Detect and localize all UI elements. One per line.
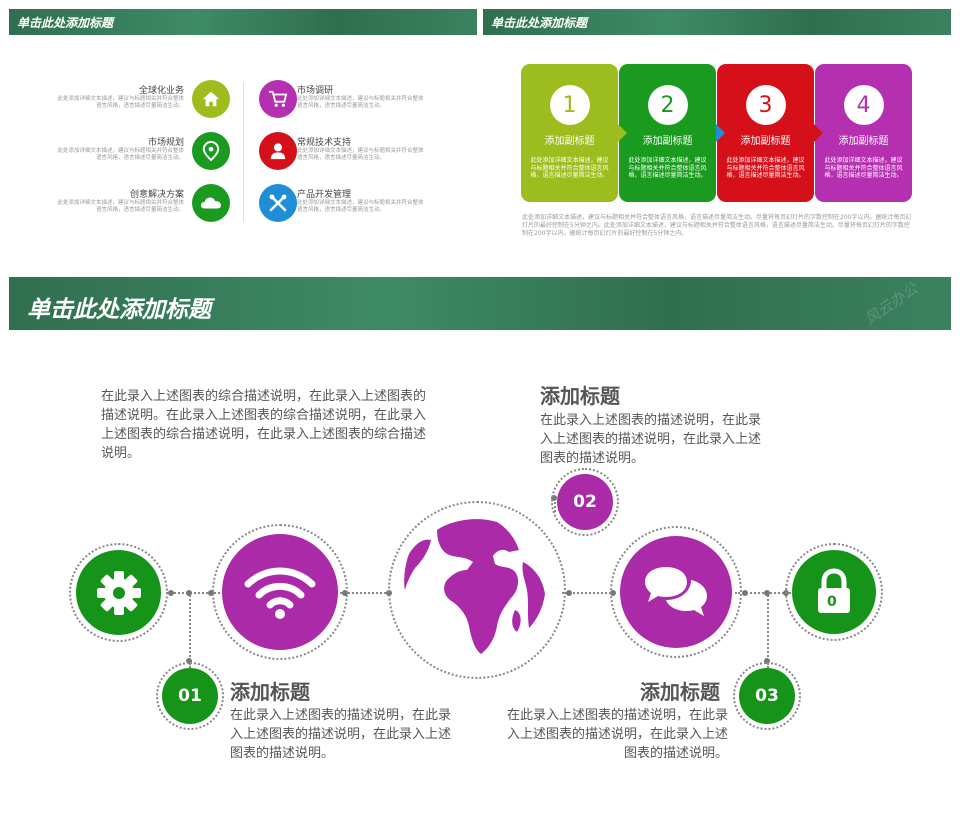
lock-icon[interactable]: 0 [792,550,876,634]
step-number: 1 [549,85,590,125]
feature-item-creative: 创意解决方案 此处添加详细文本描述，建议与标题相关并符合整体语言风格，语言描述尽… [52,184,232,224]
connector-line [767,592,769,668]
watermark: 风云办公 [861,279,922,329]
cloud-icon [192,184,230,222]
feature-title: 市场规划 [147,138,184,148]
connector-dot [186,590,192,596]
block-02-desc: 在此录入上述图表的描述说明，在此录入上述图表的描述说明，在此录入上述图表的描述说… [540,413,762,466]
badge-03[interactable]: 03 [739,668,795,724]
divider [243,82,244,222]
step-card-2: 2 添加副标题 此处添加详细文本描述，建议与标题相关并符合整体语言风格，语言描述… [619,64,716,202]
location-pin-icon [192,132,230,170]
block-01-title: 添加标题 [230,680,310,704]
step-desc: 此处添加详细文本描述，建议与标题相关并符合整体语言风格，语言描述尽量简洁生动。 [628,157,707,179]
connector-line [189,592,191,668]
badge-01[interactable]: 01 [162,668,218,724]
step-card-3: 3 添加副标题 此处添加详细文本描述，建议与标题相关并符合整体语言风格，语言描述… [717,64,814,202]
step-number: 4 [843,85,884,125]
header-title[interactable]: 单击此处添加标题 [27,290,211,324]
gear-icon[interactable] [76,550,161,635]
connector-dot [168,590,174,596]
block-03-desc: 在此录入上述图表的描述说明，在此录入上述图表的描述说明，在此录入上述图表的描述说… [506,708,728,761]
block-01-desc: 在此录入上述图表的描述说明，在此录入上述图表的描述说明，在此录入上述图表的描述说… [230,708,452,761]
block-03-title: 添加标题 [640,680,720,704]
feature-desc: 此处添加详细文本描述，建议与标题相关并符合整体语言风格，语言描述尽量简洁生动。 [297,200,424,213]
step-desc: 此处添加详细文本描述，建议与标题相关并符合整体语言风格，语言描述尽量简洁生动。 [530,157,609,179]
header-bar-main: 单击此处添加标题 风云办公 [9,277,951,330]
feature-title: 全球化业务 [138,86,184,96]
step-desc: 此处添加详细文本描述，建议与标题相关并符合整体语言风格，语言描述尽量简洁生动。 [824,157,903,179]
step-subtitle: 添加副标题 [740,136,791,147]
user-icon [259,132,297,170]
tools-icon [259,184,297,222]
arrow-icon [814,124,823,142]
lock-label: 0 [827,594,837,610]
connector-dot [566,590,572,596]
feature-item-market-plan: 市场规划 此处添加详细文本描述，建议与标题相关并符合整体语言风格，语言描述尽量简… [52,132,232,172]
summary-text: 在此录入上述图表的综合描述说明，在此录入上述图表的描述说明。在此录入上述图表的综… [101,389,427,461]
feature-item-global: 全球化业务 此处添加详细文本描述，建议与标题相关并符合整体语言风格，语言描述尽量… [52,80,232,120]
feature-item-support: 常规技术支持 此处添加详细文本描述，建议与标题相关并符合整体语言风格，语言描述尽… [257,132,447,172]
header-title[interactable]: 单击此处添加标题 [491,14,587,31]
feature-title: 创意解决方案 [129,190,184,200]
feature-desc: 此处添加详细文本描述，建议与标题相关并符合整体语言风格，语言描述尽量简洁生动。 [297,96,424,109]
footnote: 此处添加详细文本描述，建议与标题相关并符合整体语言风格，语言描述尽量简洁生动。尽… [522,214,912,237]
step-desc: 此处添加详细文本描述，建议与标题相关并符合整体语言风格，语言描述尽量简洁生动。 [726,157,805,179]
step-card-1: 1 添加副标题 此处添加详细文本描述，建议与标题相关并符合整体语言风格，语言描述… [521,64,618,202]
step-card-4: 4 添加副标题 此处添加详细文本描述，建议与标题相关并符合整体语言风格，语言描述… [815,64,912,202]
wifi-icon[interactable] [222,534,338,650]
feature-desc: 此处添加详细文本描述，建议与标题相关并符合整体语言风格，语言描述尽量简洁生动。 [57,200,184,213]
chat-icon[interactable] [620,536,732,648]
feature-title: 产品开发管理 [297,190,352,200]
feature-desc: 此处添加详细文本描述，建议与标题相关并符合整体语言风格，语言描述尽量简洁生动。 [297,148,424,161]
cart-icon [259,80,297,118]
header-title[interactable]: 单击此处添加标题 [17,14,113,31]
step-subtitle: 添加副标题 [642,136,693,147]
step-number: 3 [745,85,786,125]
home-icon [192,80,230,118]
badge-02[interactable]: 02 [557,474,613,530]
arrow-icon [618,124,627,142]
feature-title: 市场调研 [297,86,334,96]
header-bar-top-right: 单击此处添加标题 [483,9,951,35]
globe-icon[interactable] [396,509,558,671]
feature-desc: 此处添加详细文本描述，建议与标题相关并符合整体语言风格，语言描述尽量简洁生动。 [57,96,184,109]
feature-item-research: 市场调研 此处添加详细文本描述，建议与标题相关并符合整体语言风格，语言描述尽量简… [257,80,447,120]
connector-dot [742,590,748,596]
connector-dot [764,590,770,596]
step-subtitle: 添加副标题 [544,136,595,147]
feature-item-dev: 产品开发管理 此处添加详细文本描述，建议与标题相关并符合整体语言风格，语言描述尽… [257,184,447,224]
feature-title: 常规技术支持 [297,138,352,148]
header-bar-top-left: 单击此处添加标题 [9,9,477,35]
feature-desc: 此处添加详细文本描述，建议与标题相关并符合整体语言风格，语言描述尽量简洁生动。 [57,148,184,161]
arrow-icon [716,124,725,142]
step-subtitle: 添加副标题 [838,136,889,147]
step-number: 2 [647,85,688,125]
block-02-title: 添加标题 [540,384,620,408]
